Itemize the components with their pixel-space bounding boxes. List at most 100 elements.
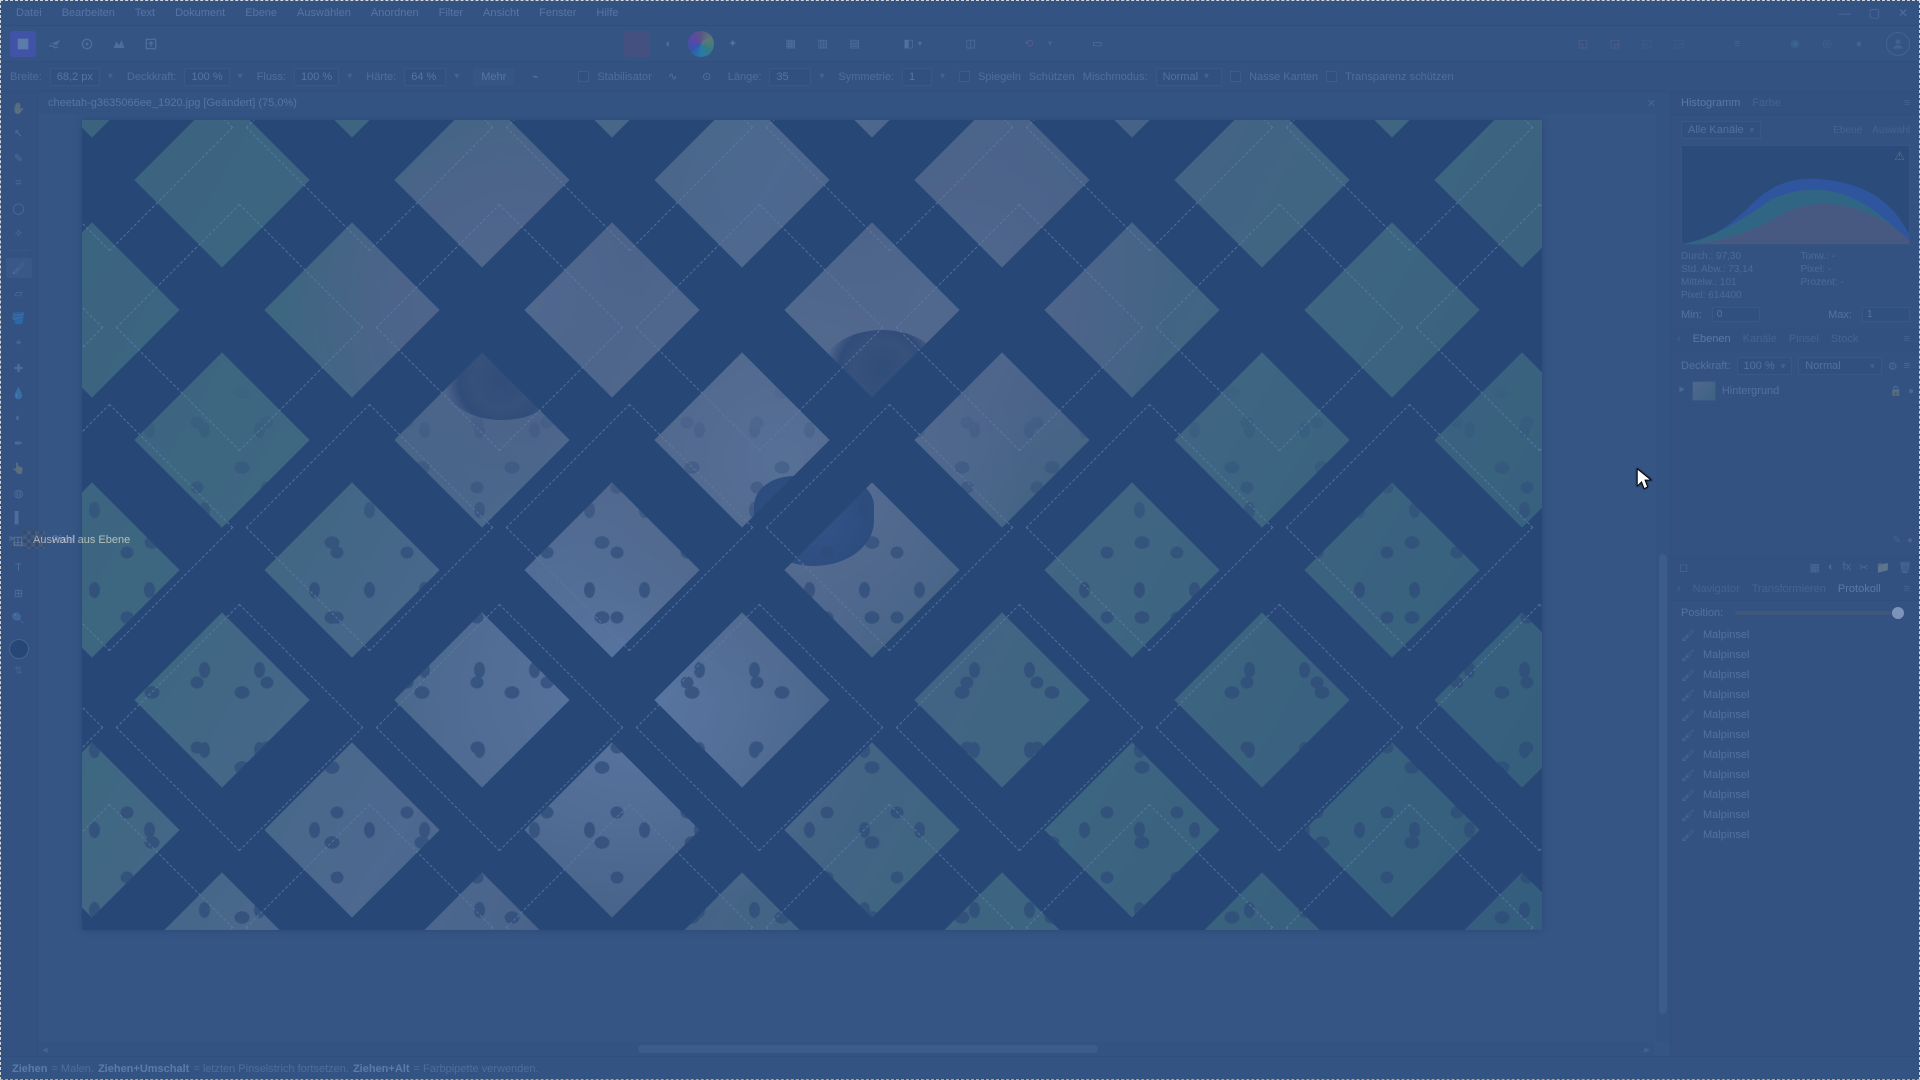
trash-icon[interactable]: 🗑 <box>1898 561 1912 574</box>
selection-brush-tool-icon[interactable]: ◯ <box>6 198 32 218</box>
paint-brush-tool-icon[interactable]: 🖌 <box>6 258 32 278</box>
layer-blend-dropdown[interactable]: Normal▾ <box>1798 357 1881 375</box>
tab-protokoll[interactable]: Protokoll <box>1838 583 1881 595</box>
sponge-tool-icon[interactable]: ◍ <box>6 483 32 503</box>
tab-navigator[interactable]: Navigator <box>1693 583 1740 595</box>
window-minimize-icon[interactable]: — <box>1839 6 1851 20</box>
rope-mode-icon[interactable]: ∿ <box>660 64 686 90</box>
fluss-input[interactable]: 100 % <box>294 68 339 86</box>
export-persona-icon[interactable] <box>138 31 164 57</box>
dodge-tool-icon[interactable]: ◐ <box>6 408 32 428</box>
menu-hilfe[interactable]: Hilfe <box>586 3 628 23</box>
window-close-icon[interactable]: ✕ <box>1898 6 1908 20</box>
mehr-button[interactable]: Mehr <box>473 68 514 86</box>
window-mode-icon[interactable]: ⊙ <box>694 64 720 90</box>
tab-pinsel[interactable]: Pinsel <box>1789 333 1819 345</box>
folder-icon[interactable]: 📁 <box>1876 561 1890 574</box>
photo-persona-icon[interactable] <box>10 31 36 57</box>
history-item[interactable]: 🖌Malpinsel <box>1671 745 1920 765</box>
scroll-right-icon[interactable]: ▸ <box>1640 1043 1654 1056</box>
tab-farbe[interactable]: Farbe <box>1752 97 1781 109</box>
gradient-tool-icon[interactable]: ▌ <box>6 508 32 528</box>
brush-preset-icon[interactable]: ⌁ <box>522 64 548 90</box>
menu-anordnen[interactable]: Anordnen <box>361 3 429 23</box>
smudge-tool-icon[interactable]: 👆 <box>6 458 32 478</box>
picker-icon[interactable]: ✦ <box>720 31 746 57</box>
breite-input[interactable]: 68,2 px <box>50 68 100 86</box>
deckkraft-input[interactable]: 100 % <box>184 68 229 86</box>
tone-mapping-persona-icon[interactable] <box>106 31 132 57</box>
account-avatar-icon[interactable] <box>1886 32 1910 56</box>
menu-bearbeiten[interactable]: Bearbeiten <box>52 3 125 23</box>
history-item[interactable]: 🖌Malpinsel <box>1671 665 1920 685</box>
shape-tool-icon[interactable]: ▭ <box>6 533 32 553</box>
history-item[interactable]: 🖌Malpinsel <box>1671 825 1920 845</box>
window-maximize-icon[interactable]: ▢ <box>1869 6 1880 20</box>
history-item[interactable]: 🖌Malpinsel <box>1671 765 1920 785</box>
menu-datei[interactable]: Datei <box>6 3 52 23</box>
menu-text[interactable]: Text <box>125 3 165 23</box>
history-slider[interactable] <box>1735 611 1904 615</box>
swap-colors-icon[interactable]: ⇅ <box>14 666 22 677</box>
history-item[interactable]: 🖌Malpinsel <box>1671 785 1920 805</box>
heal-tool-icon[interactable]: ✚ <box>6 358 32 378</box>
liquify-persona-icon[interactable] <box>42 31 68 57</box>
grid-3-icon[interactable]: ▤ <box>842 31 868 57</box>
link-icon[interactable]: ⟲ <box>1016 31 1042 57</box>
tab-histogramm[interactable]: Histogramm <box>1681 97 1740 109</box>
develop-persona-icon[interactable] <box>74 31 100 57</box>
mask-icon[interactable]: ◻ <box>1679 561 1688 574</box>
layer-hamburger-icon[interactable]: ≡ <box>1904 360 1910 372</box>
erase-tool-icon[interactable]: ▱ <box>6 283 32 303</box>
collapse-icon[interactable]: ‹ <box>1677 333 1681 345</box>
histo-ebene-button[interactable]: Ebene <box>1833 125 1862 136</box>
move-tool-icon[interactable]: ↖ <box>6 123 32 143</box>
tab-kanaele[interactable]: Kanäle <box>1743 333 1777 345</box>
crop-tool-icon[interactable]: ⌗ <box>6 173 32 193</box>
laenge-input[interactable]: 35 <box>769 68 811 86</box>
layer-item[interactable]: ⯈ Hintergrund 🔒● <box>1671 377 1920 406</box>
clone-tool-icon[interactable]: ⌖ <box>6 333 32 353</box>
collapse-icon[interactable]: ‹ <box>1677 583 1681 595</box>
foreground-color-swatch[interactable] <box>9 639 29 659</box>
document-tab[interactable]: cheetah-g3635066ee_1920.jpg [Geändert] (… <box>48 97 297 109</box>
blur-tool-icon[interactable]: 💧 <box>6 383 32 403</box>
stabilisator-checkbox[interactable] <box>578 71 589 82</box>
cloud-2-icon[interactable]: ◎ <box>1814 31 1840 57</box>
min-input[interactable] <box>1712 307 1760 322</box>
close-tab-icon[interactable]: ✕ <box>1647 97 1656 110</box>
spiegeln-checkbox[interactable] <box>959 71 970 82</box>
proto-menu-icon[interactable]: ≡ <box>1904 583 1910 595</box>
menu-ansicht[interactable]: Ansicht <box>473 3 529 23</box>
nasse-checkbox[interactable] <box>1230 71 1241 82</box>
channels-dropdown[interactable]: Alle Kanäle▾ <box>1681 121 1761 139</box>
layers-menu-icon[interactable]: ≡ <box>1904 333 1910 345</box>
menu-filter[interactable]: Filter <box>429 3 473 23</box>
visibility-toggle-icon[interactable]: ⯈ <box>1677 385 1686 398</box>
layer-name[interactable]: Hintergrund <box>1722 385 1779 397</box>
panel-menu-icon[interactable]: ≡ <box>1904 97 1910 109</box>
history-item[interactable]: 🖌Malpinsel <box>1671 805 1920 825</box>
hand-tool-icon[interactable]: ✋ <box>6 98 32 118</box>
pen-tool-icon[interactable]: ✒ <box>6 433 32 453</box>
cloud-3-icon[interactable]: ● <box>1846 31 1872 57</box>
warning-icon[interactable]: ⚠ <box>1894 149 1905 163</box>
menu-auswaehlen[interactable]: Auswählen <box>287 3 361 23</box>
layer-vis-dot[interactable]: ● <box>1908 386 1914 397</box>
arrange-back-icon[interactable]: ◱ <box>1570 31 1596 57</box>
history-item[interactable]: 🖌Malpinsel <box>1671 625 1920 645</box>
preview-icon[interactable]: ▭ <box>1084 31 1110 57</box>
histo-auswahl-button[interactable]: Auswahl <box>1872 125 1910 136</box>
color-wheel-icon[interactable] <box>688 31 714 57</box>
rgb-swatch-icon[interactable] <box>624 31 650 57</box>
arrange-front-icon[interactable]: ◲ <box>1602 31 1628 57</box>
adjust-icon[interactable]: ◐ <box>1828 561 1835 574</box>
blendmode-dropdown[interactable]: Normal▾ <box>1156 68 1222 86</box>
history-item[interactable]: 🖌Malpinsel <box>1671 645 1920 665</box>
history-item[interactable]: 🖌Malpinsel <box>1671 685 1920 705</box>
text-tool-icon[interactable]: T <box>6 558 32 578</box>
layer-opacity-input[interactable]: 100 %▾ <box>1737 357 1793 375</box>
menu-ebene[interactable]: Ebene <box>235 3 287 23</box>
greyscale-icon[interactable]: ◐ <box>656 31 682 57</box>
transparenz-checkbox[interactable] <box>1326 71 1337 82</box>
